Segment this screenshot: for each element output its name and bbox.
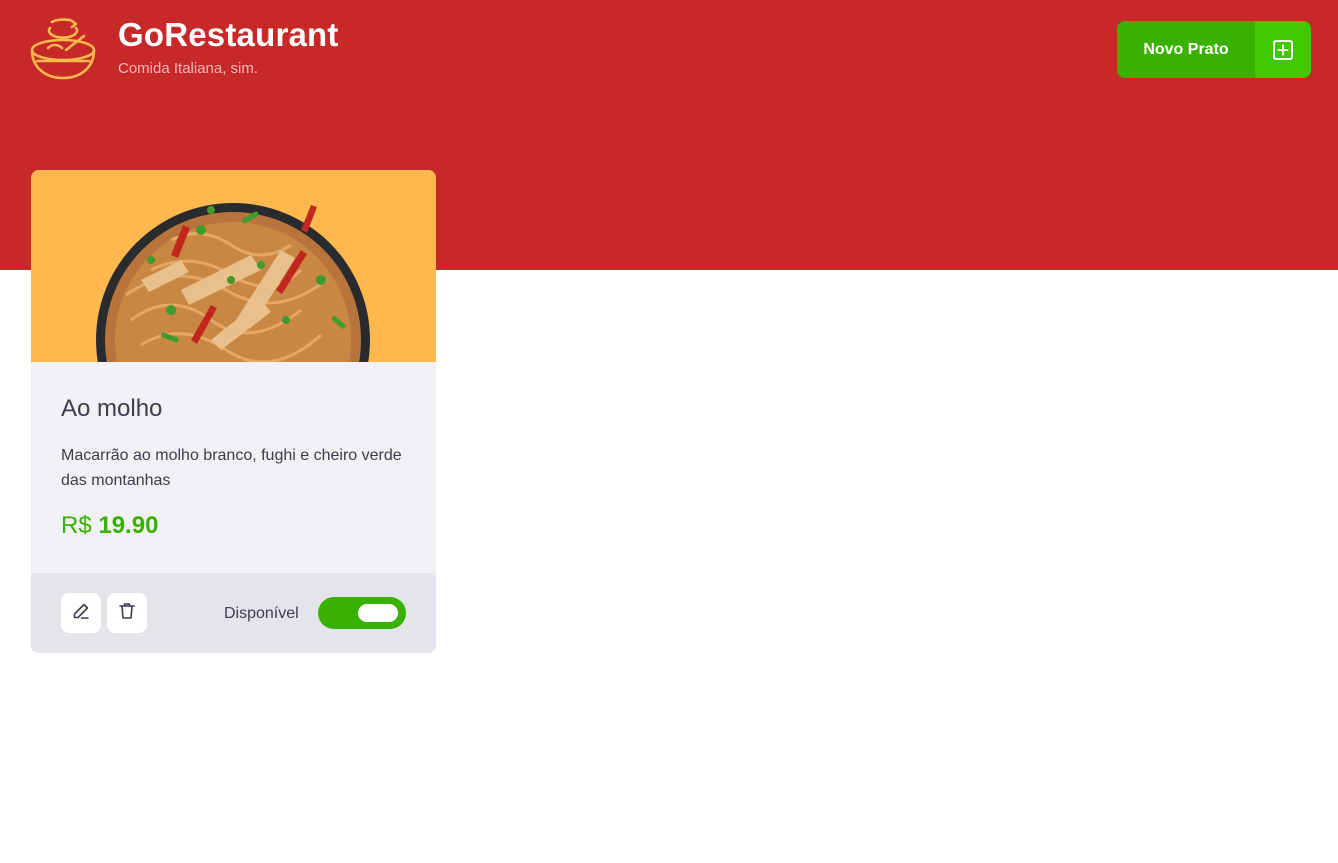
app-title: GoRestaurant <box>118 16 339 53</box>
trash-icon <box>117 601 137 626</box>
price-currency: R$ <box>61 512 92 539</box>
dish-price: R$ 19.90 <box>61 511 158 541</box>
dish-image <box>31 170 436 362</box>
new-dish-button-label: Novo Prato <box>1143 40 1229 58</box>
dish-name: Ao molho <box>61 395 163 422</box>
bowl-logo-icon <box>28 16 98 82</box>
delete-dish-button[interactable] <box>107 593 147 633</box>
new-dish-button[interactable]: Novo Prato <box>1117 21 1311 78</box>
plus-square-icon <box>1255 21 1311 78</box>
dish-card: Ao molho Macarrão ao molho branco, fughi… <box>31 170 436 653</box>
price-value: 19.90 <box>98 512 159 539</box>
availability-label: Disponível <box>224 605 299 622</box>
pencil-icon <box>71 601 91 626</box>
dish-info: Ao molho Macarrão ao molho branco, fughi… <box>31 362 436 573</box>
dish-description: Macarrão ao molho branco, fughi e cheiro… <box>61 447 402 489</box>
app-subtitle: Comida Italiana, sim. <box>118 60 259 77</box>
toggle-knob <box>358 604 398 622</box>
dish-actions: Disponível <box>31 573 436 653</box>
edit-dish-button[interactable] <box>61 593 101 633</box>
availability-toggle[interactable] <box>318 597 406 629</box>
